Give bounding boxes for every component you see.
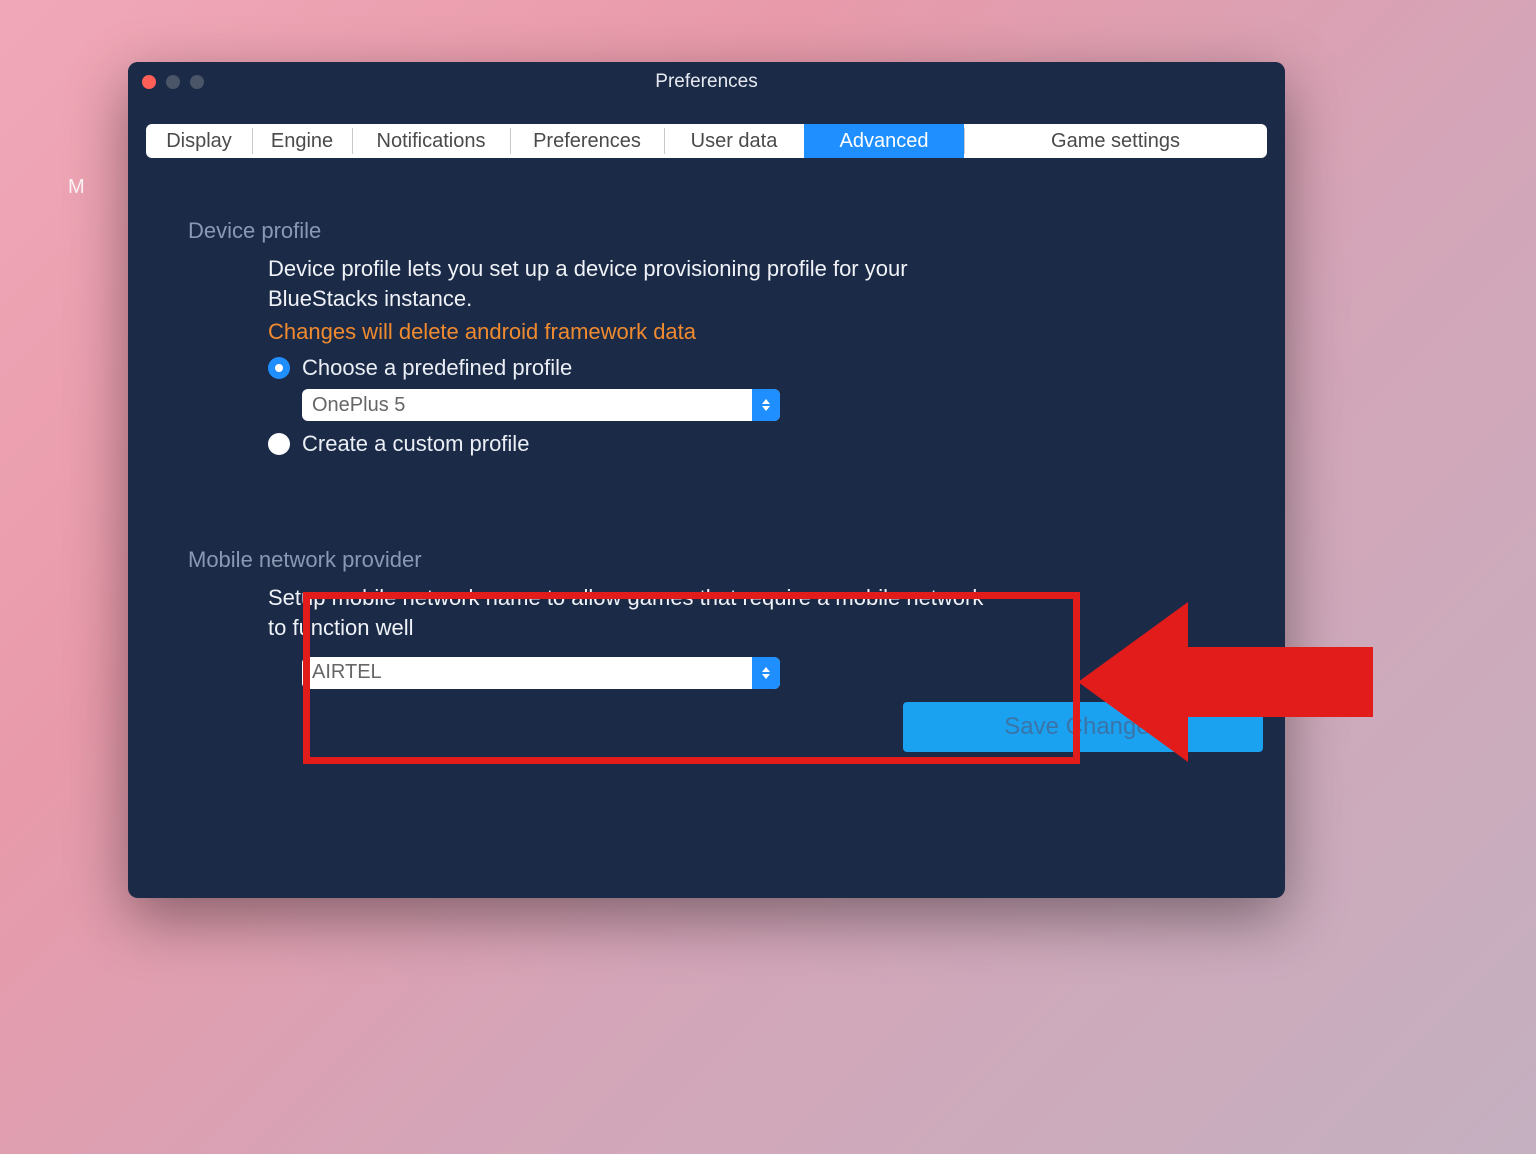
stepper-icon[interactable]	[752, 389, 780, 421]
device-profile-description: Device profile lets you set up a device …	[268, 254, 988, 313]
chevron-down-icon	[762, 674, 770, 679]
radio-predefined[interactable]	[268, 357, 290, 379]
tab-display[interactable]: Display	[146, 124, 252, 158]
tab-game-settings[interactable]: Game settings	[964, 124, 1267, 158]
traffic-lights	[128, 75, 204, 89]
radio-custom-row[interactable]: Create a custom profile	[268, 431, 1225, 457]
mobile-network-title: Mobile network provider	[188, 547, 1225, 573]
titlebar: Preferences	[128, 62, 1285, 102]
background-letter: M	[68, 176, 85, 199]
content-area: Device profile Device profile lets you s…	[128, 158, 1285, 689]
predefined-profile-value: OnePlus 5	[302, 389, 752, 421]
chevron-up-icon	[762, 667, 770, 672]
save-changes-button[interactable]: Save Changes	[903, 702, 1263, 752]
predefined-profile-select[interactable]: OnePlus 5	[302, 389, 780, 421]
mobile-network-section: Mobile network provider Setup mobile net…	[188, 547, 1225, 688]
window-title: Preferences	[128, 71, 1285, 93]
chevron-down-icon	[762, 406, 770, 411]
radio-predefined-row[interactable]: Choose a predefined profile	[268, 355, 1225, 381]
mobile-network-value: AIRTEL	[302, 657, 752, 689]
tab-preferences[interactable]: Preferences	[510, 124, 664, 158]
tab-notifications[interactable]: Notifications	[352, 124, 510, 158]
device-profile-title: Device profile	[188, 218, 1225, 244]
preferences-window: Preferences Display Engine Notifications…	[128, 62, 1285, 898]
tab-advanced[interactable]: Advanced	[804, 124, 964, 158]
radio-predefined-label: Choose a predefined profile	[302, 355, 572, 381]
maximize-icon[interactable]	[190, 75, 204, 89]
tab-user-data[interactable]: User data	[664, 124, 804, 158]
stepper-icon[interactable]	[752, 657, 780, 689]
device-profile-warning: Changes will delete android framework da…	[268, 319, 1225, 345]
chevron-up-icon	[762, 399, 770, 404]
tab-bar: Display Engine Notifications Preferences…	[146, 124, 1267, 158]
minimize-icon[interactable]	[166, 75, 180, 89]
mobile-network-select[interactable]: AIRTEL	[302, 657, 780, 689]
device-profile-section: Device profile Device profile lets you s…	[188, 218, 1225, 457]
close-icon[interactable]	[142, 75, 156, 89]
radio-custom[interactable]	[268, 433, 290, 455]
mobile-network-description: Setup mobile network name to allow games…	[268, 583, 988, 642]
tab-engine[interactable]: Engine	[252, 124, 352, 158]
radio-custom-label: Create a custom profile	[302, 431, 529, 457]
